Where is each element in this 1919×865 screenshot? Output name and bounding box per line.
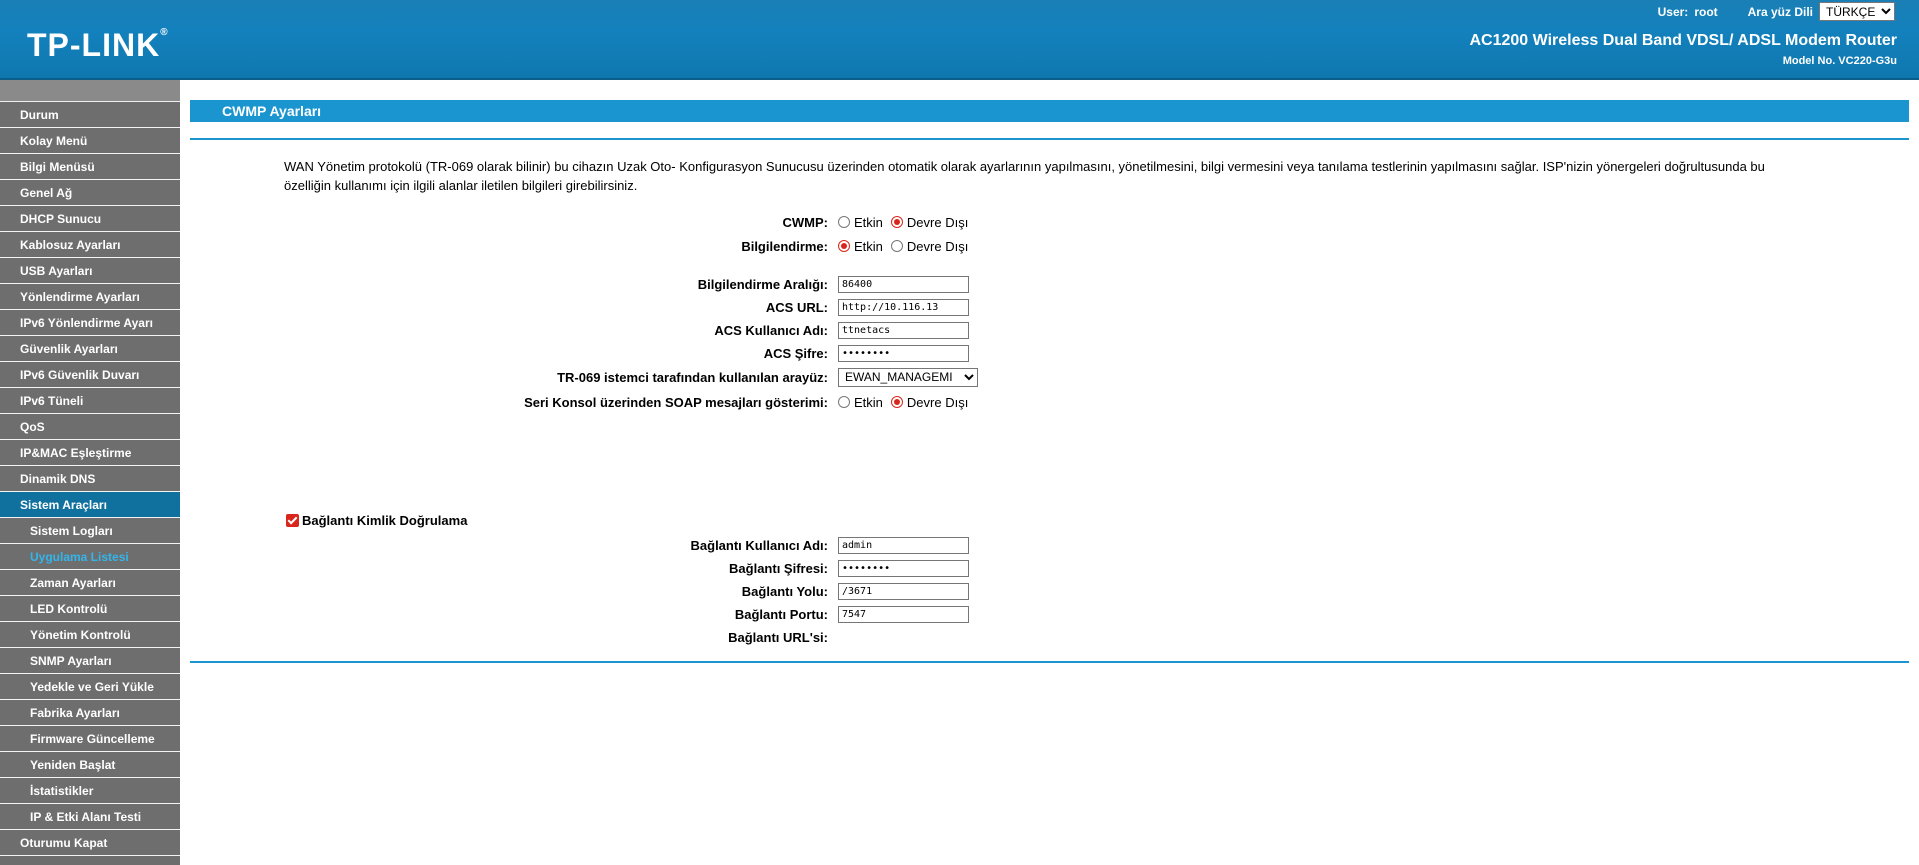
acs-user-label: ACS Kullanıcı Adı: — [714, 322, 828, 338]
conn-port-label: Bağlantı Portu: — [734, 606, 828, 622]
sidebar-subitem-uygulama-listesi[interactable]: Uygulama Listesi — [0, 544, 180, 570]
top-right-bar: User: root Ara yüz Dili TÜRKÇE — [1658, 2, 1895, 21]
conn-user-label: Bağlantı Kullanıcı Adı: — [690, 537, 828, 553]
soap-row: Seri Konsol üzerinden SOAP mesajları gös… — [190, 392, 1490, 412]
sidebar-subitem-zaman-ayarlari[interactable]: Zaman Ayarları — [0, 570, 180, 596]
sidebar: Durum Kolay Menü Bilgi Menüsü Genel Ağ D… — [0, 80, 180, 865]
soap-disable-label: Devre Dışı — [906, 394, 969, 410]
interface-row: TR-069 istemci tarafından kullanılan ara… — [190, 367, 1490, 387]
sidebar-item-yonlendirme-ayarlari[interactable]: Yönlendirme Ayarları — [0, 284, 180, 310]
conn-path-label: Bağlantı Yolu: — [741, 583, 828, 599]
sidebar-subitem-ip-etki-alani-testi[interactable]: IP & Etki Alanı Testi — [0, 804, 180, 830]
inform-disable-label: Devre Dışı — [906, 238, 969, 254]
inform-interval-input[interactable] — [838, 275, 969, 293]
sidebar-item-genel-ag[interactable]: Genel Ağ — [0, 180, 180, 206]
sidebar-subitem-yedekle-geri-yukle[interactable]: Yedekle ve Geri Yükle — [0, 674, 180, 700]
acs-url-label: ACS URL: — [765, 299, 828, 315]
conn-port-input[interactable] — [838, 605, 969, 623]
sidebar-subitem-led-kontrolu[interactable]: LED Kontrolü — [0, 596, 180, 622]
acs-pass-row: ACS Şifre: — [190, 343, 1490, 363]
inform-interval-row: Bilgilendirme Aralığı: — [190, 274, 1490, 294]
conn-url-row: Bağlantı URL'si: — [190, 627, 1490, 647]
acs-user-input[interactable] — [838, 321, 969, 339]
conn-pass-label: Bağlantı Şifresi: — [729, 560, 828, 576]
router-title: AC1200 Wireless Dual Band VDSL/ ADSL Mod… — [1469, 32, 1897, 49]
sidebar-item-qos[interactable]: QoS — [0, 414, 180, 440]
sidebar-item-kolay-menu[interactable]: Kolay Menü — [0, 128, 180, 154]
soap-disable-radio[interactable] — [890, 396, 903, 408]
conn-auth-label: Bağlantı Kimlik Doğrulama — [302, 513, 468, 528]
acs-user-row: ACS Kullanıcı Adı: — [190, 320, 1490, 340]
inform-enable-radio[interactable] — [838, 240, 850, 252]
soap-label: Seri Konsol üzerinden SOAP mesajları gös… — [524, 394, 828, 410]
conn-path-row: Bağlantı Yolu: — [190, 581, 1490, 601]
acs-url-row: ACS URL: — [190, 297, 1490, 317]
interface-select[interactable]: EWAN_MANAGEMI — [838, 367, 978, 387]
sidebar-item-ip-mac-eslestirme[interactable]: IP&MAC Eşleştirme — [0, 440, 180, 466]
sidebar-item-ipv6-yonlendirme[interactable]: IPv6 Yönlendirme Ayarı — [0, 310, 180, 336]
tp-link-logo: TP-LINK® — [27, 27, 169, 63]
acs-pass-label: ACS Şifre: — [763, 345, 828, 361]
user-name: root — [1694, 4, 1718, 19]
sidebar-subitem-sistem-loglari[interactable]: Sistem Logları — [0, 518, 180, 544]
conn-auth-row: Bağlantı Kimlik Doğrulama — [286, 513, 467, 528]
sidebar-item-dhcp-sunucu[interactable]: DHCP Sunucu — [0, 206, 180, 232]
sidebar-item-guvenlik-ayarlari[interactable]: Güvenlik Ayarları — [0, 336, 180, 362]
inform-label: Bilgilendirme: — [741, 238, 828, 254]
sidebar-item-bilgi-menusu[interactable]: Bilgi Menüsü — [0, 154, 180, 180]
sidebar-top-spacer — [0, 80, 180, 102]
language-label: Ara yüz Dili — [1747, 4, 1813, 19]
sidebar-subitem-istatistikler[interactable]: İstatistikler — [0, 778, 180, 804]
sidebar-subitem-yonetim-kontrolu[interactable]: Yönetim Kontrolü — [0, 622, 180, 648]
cwmp-row: CWMP: Etkin Devre Dışı — [190, 212, 1490, 232]
conn-auth-checkbox[interactable] — [286, 514, 299, 527]
sidebar-subitem-snmp-ayarlari[interactable]: SNMP Ayarları — [0, 648, 180, 674]
inform-enable-label: Etkin — [854, 238, 883, 254]
cwmp-disable-label: Devre Dışı — [906, 214, 969, 230]
inform-row: Bilgilendirme: Etkin Devre Dışı — [190, 236, 1490, 256]
sidebar-subitem-fabrika-ayarlari[interactable]: Fabrika Ayarları — [0, 700, 180, 726]
page-title: CWMP Ayarları — [190, 100, 1909, 122]
page-description: WAN Yönetim protokolü (TR-069 olarak bil… — [284, 159, 1765, 193]
language-select[interactable]: TÜRKÇE — [1819, 2, 1895, 21]
soap-enable-radio[interactable] — [838, 396, 850, 408]
cwmp-disable-radio[interactable] — [890, 216, 903, 228]
interface-label: TR-069 istemci tarafından kullanılan ara… — [557, 369, 828, 385]
sidebar-subitem-firmware-guncelleme[interactable]: Firmware Güncelleme — [0, 726, 180, 752]
title-divider — [190, 138, 1909, 140]
conn-url-label: Bağlantı URL'si: — [728, 629, 828, 645]
sidebar-item-kablosuz-ayarlari[interactable]: Kablosuz Ayarları — [0, 232, 180, 258]
sidebar-item-durum[interactable]: Durum — [0, 102, 180, 128]
cwmp-label: CWMP: — [782, 214, 829, 230]
acs-url-input[interactable] — [838, 298, 969, 316]
sidebar-item-ipv6-guvenlik-duvari[interactable]: IPv6 Güvenlik Duvarı — [0, 362, 180, 388]
bottom-divider — [190, 661, 1909, 663]
acs-password-input[interactable] — [838, 344, 969, 362]
soap-enable-label: Etkin — [854, 394, 883, 410]
conn-user-input[interactable] — [838, 536, 969, 554]
conn-password-input[interactable] — [838, 559, 969, 577]
conn-pass-row: Bağlantı Şifresi: — [190, 558, 1490, 578]
sidebar-subitem-yeniden-baslat[interactable]: Yeniden Başlat — [0, 752, 180, 778]
conn-port-row: Bağlantı Portu: — [190, 604, 1490, 624]
cwmp-enable-radio[interactable] — [838, 216, 850, 228]
user-label: User: — [1657, 4, 1689, 19]
cwmp-enable-label: Etkin — [854, 214, 883, 230]
model-number: Model No. VC220-G3u — [1782, 55, 1897, 67]
inform-disable-radio[interactable] — [890, 240, 903, 252]
conn-path-input[interactable] — [838, 582, 969, 600]
sidebar-item-usb-ayarlari[interactable]: USB Ayarları — [0, 258, 180, 284]
sidebar-item-oturumu-kapat[interactable]: Oturumu Kapat — [0, 830, 180, 856]
sidebar-item-ipv6-tuneli[interactable]: IPv6 Tüneli — [0, 388, 180, 414]
sidebar-item-sistem-araclari[interactable]: Sistem Araçları — [0, 492, 180, 518]
conn-user-row: Bağlantı Kullanıcı Adı: — [190, 535, 1490, 555]
header: TP-LINK® User: root Ara yüz Dili TÜRKÇE … — [0, 0, 1919, 80]
inform-interval-label: Bilgilendirme Aralığı: — [697, 276, 828, 292]
sidebar-item-dinamik-dns[interactable]: Dinamik DNS — [0, 466, 180, 492]
